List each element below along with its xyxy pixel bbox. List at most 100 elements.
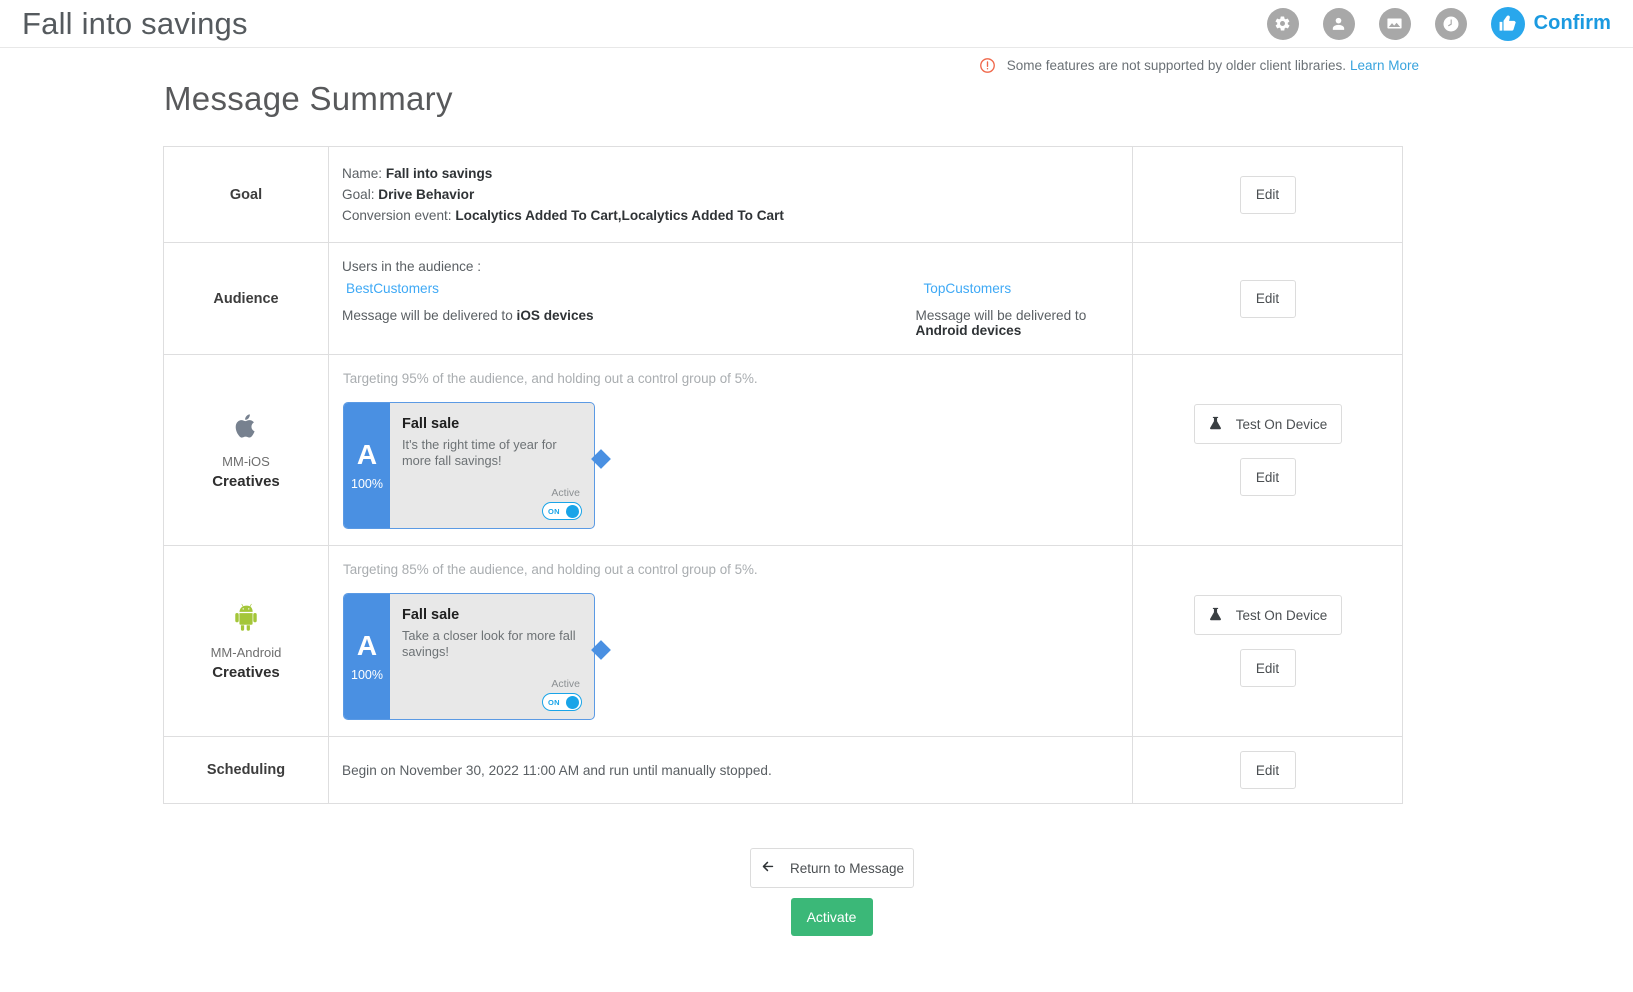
edit-audience-button[interactable]: Edit [1240,280,1296,318]
goal-conversion-prefix: Conversion event: [342,208,452,223]
targeting-note-ios: Targeting 95% of the audience, and holdi… [339,371,1132,386]
table-row-scheduling: Scheduling Begin on November 30, 2022 11… [164,737,1403,804]
audience-delivery-android: Message will be delivered to Android dev… [736,308,1133,338]
warning-circle-icon [979,57,996,74]
test-on-device-button-android[interactable]: Test On Device [1194,595,1342,635]
activate-button[interactable]: Activate [791,898,873,936]
client-library-warning: Some features are not supported by older… [0,48,1633,74]
audience-actions: Edit [1133,243,1403,355]
audience-android-column: TopCustomers Message will be delivered t… [736,281,1133,338]
return-to-message-label: Return to Message [790,861,904,876]
targeting-note-android: Targeting 85% of the audience, and holdi… [339,562,1132,577]
creative-description-android: Take a closer look for more fall savings… [402,628,582,660]
android-creative-details: Targeting 85% of the audience, and holdi… [329,546,1133,737]
thumbs-up-icon [1491,7,1525,41]
footer-actions: Return to Message Activate [0,848,1633,936]
goal-type-prefix: Goal: [342,187,375,202]
scheduling-details: Begin on November 30, 2022 11:00 AM and … [329,737,1133,804]
creative-body-ios: Fall sale It's the right time of year fo… [390,403,594,528]
creative-toggle-area-android: Active ON [402,678,582,711]
message-summary-table: Goal Name: Fall into savings Goal: Drive… [163,146,1403,804]
scheduling-actions: Edit [1133,737,1403,804]
row-label-audience: Audience [170,291,322,307]
creative-body-android: Fall sale Take a closer look for more fa… [390,594,594,719]
gear-icon[interactable] [1267,8,1299,40]
audience-segment-ios[interactable]: BestCustomers [342,281,736,296]
creative-variant-letter-android: A [357,632,377,660]
scheduling-text: Begin on November 30, 2022 11:00 AM and … [339,760,1132,781]
platform-name-android: MM-Android [170,645,322,660]
learn-more-link[interactable]: Learn More [1350,58,1419,73]
goal-name-prefix: Name: [342,166,382,181]
goal-actions: Edit [1133,147,1403,243]
creative-toggle-state-ios: ON [545,507,560,516]
row-label-audience-cell: Audience [164,243,329,355]
page-title: Message Summary [164,80,1633,118]
creative-toggle-area-ios: Active ON [402,487,582,520]
audience-delivery-ios: Message will be delivered to iOS devices [342,308,736,323]
creative-card-android[interactable]: A 100% Fall sale Take a closer look for … [343,593,595,720]
android-creative-actions: Test On Device Edit [1133,546,1403,737]
row-label-scheduling: Scheduling [170,762,322,778]
creative-variant-panel-android: A 100% [344,594,390,719]
top-bar: Fall into savings [0,0,1633,48]
image-icon[interactable] [1379,8,1411,40]
toggle-knob-icon [566,696,579,709]
apple-icon [170,411,322,446]
ios-creative-actions: Test On Device Edit [1133,355,1403,546]
goal-details: Name: Fall into savings Goal: Drive Beha… [329,147,1133,243]
test-on-device-button-ios[interactable]: Test On Device [1194,404,1342,444]
warning-text: Some features are not supported by older… [1007,58,1346,73]
test-on-device-label-ios: Test On Device [1236,417,1328,432]
goal-name-value: Fall into savings [386,166,493,181]
edit-scheduling-button[interactable]: Edit [1240,751,1296,789]
row-label-android-cell: MM-Android Creatives [164,546,329,737]
creative-description-ios: It's the right time of year for more fal… [402,437,582,469]
person-icon[interactable] [1323,8,1355,40]
arrow-left-icon [759,859,776,877]
audience-delivery-android-prefix: Message will be delivered to [916,308,1087,323]
edit-goal-button[interactable]: Edit [1240,176,1296,214]
platform-name-ios: MM-iOS [170,454,322,469]
audience-ios-column: BestCustomers Message will be delivered … [339,281,736,338]
test-on-device-label-android: Test On Device [1236,608,1328,623]
table-row-goal: Goal Name: Fall into savings Goal: Drive… [164,147,1403,243]
row-label-android-creatives: Creatives [170,664,322,681]
confirm-button[interactable]: Confirm [1491,7,1611,41]
table-row-android-creatives: MM-Android Creatives Targeting 85% of th… [164,546,1403,737]
confirm-label: Confirm [1534,12,1611,35]
edit-ios-creatives-button[interactable]: Edit [1240,458,1296,496]
creative-title-android: Fall sale [402,607,582,623]
creative-variant-percent-android: 100% [351,668,383,682]
audience-segment-android[interactable]: TopCustomers [736,281,1133,296]
creative-variant-letter-ios: A [357,441,377,469]
flask-icon [1208,415,1223,434]
android-icon [170,602,322,637]
app-title: Fall into savings [14,8,248,39]
row-label-goal-cell: Goal [164,147,329,243]
creative-title-ios: Fall sale [402,416,582,432]
table-row-audience: Audience Users in the audience : BestCus… [164,243,1403,355]
goal-type-value: Drive Behavior [378,187,474,202]
table-row-ios-creatives: MM-iOS Creatives Targeting 95% of the au… [164,355,1403,546]
row-label-ios-cell: MM-iOS Creatives [164,355,329,546]
creative-toggle-state-android: ON [545,698,560,707]
audience-delivery-ios-value: iOS devices [517,308,594,323]
creative-active-toggle-ios[interactable]: ON [542,502,582,520]
audience-heading: Users in the audience : [339,259,1132,274]
creative-active-toggle-android[interactable]: ON [542,693,582,711]
clock-icon[interactable] [1435,8,1467,40]
return-to-message-button[interactable]: Return to Message [750,848,914,888]
audience-delivery-ios-prefix: Message will be delivered to [342,308,513,323]
creative-card-wrapper-ios: A 100% Fall sale It's the right time of … [339,402,595,529]
row-label-scheduling-cell: Scheduling [164,737,329,804]
toggle-knob-icon [566,505,579,518]
goal-type-line: Goal: Drive Behavior [339,184,1132,205]
creative-card-ios[interactable]: A 100% Fall sale It's the right time of … [343,402,595,529]
row-label-ios-creatives: Creatives [170,473,322,490]
goal-conversion-value: Localytics Added To Cart,Localytics Adde… [455,208,784,223]
audience-delivery-android-value: Android devices [916,323,1022,338]
goal-name-line: Name: Fall into savings [339,163,1132,184]
creative-toggle-caption-android: Active [551,678,580,690]
edit-android-creatives-button[interactable]: Edit [1240,649,1296,687]
